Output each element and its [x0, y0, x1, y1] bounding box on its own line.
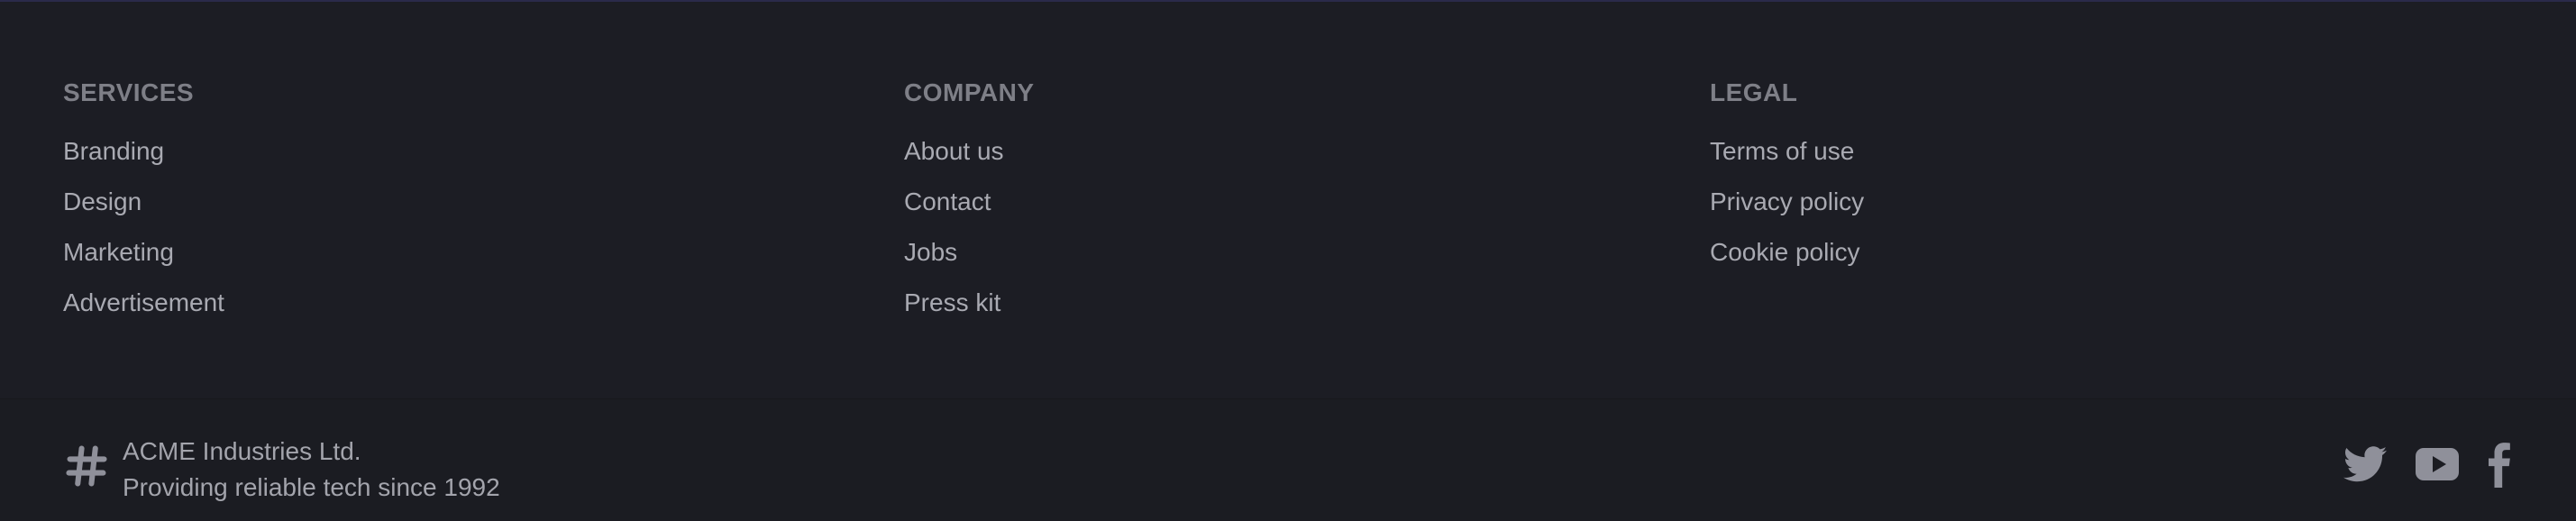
link-press-kit[interactable]: Press kit — [904, 288, 1000, 316]
list-item: About us — [904, 135, 1035, 186]
company-name: ACME Industries Ltd. — [123, 437, 361, 465]
link-advertisement[interactable]: Advertisement — [63, 288, 224, 316]
list-item: Press kit — [904, 287, 1035, 337]
list-item: Contact — [904, 186, 1035, 236]
column-title-company: COMPANY — [904, 78, 1035, 106]
link-jobs[interactable]: Jobs — [904, 238, 957, 266]
services-list: Branding Design Marketing Advertisement — [63, 135, 224, 337]
list-item: Cookie policy — [1710, 236, 1864, 287]
footer-links: SERVICES Branding Design Marketing Adver… — [0, 2, 2576, 398]
twitter-icon[interactable] — [2343, 445, 2387, 483]
list-item: Design — [63, 186, 224, 236]
link-branding[interactable]: Branding — [63, 137, 164, 165]
facebook-icon[interactable] — [2488, 441, 2513, 488]
brand: ACME Industries Ltd. Providing reliable … — [63, 434, 500, 506]
company-tagline: Providing reliable tech since 1992 — [123, 473, 500, 501]
list-item: Terms of use — [1710, 135, 1864, 186]
link-about-us[interactable]: About us — [904, 137, 1004, 165]
legal-list: Terms of use Privacy policy Cookie polic… — [1710, 135, 1864, 287]
link-cookie-policy[interactable]: Cookie policy — [1710, 238, 1860, 266]
list-item: Advertisement — [63, 287, 224, 337]
link-marketing[interactable]: Marketing — [63, 238, 174, 266]
company-list: About us Contact Jobs Press kit — [904, 135, 1035, 337]
list-item: Branding — [63, 135, 224, 186]
list-item: Jobs — [904, 236, 1035, 287]
social-links — [2315, 441, 2513, 488]
hash-icon — [63, 443, 110, 489]
company-column: COMPANY About us Contact Jobs Press kit — [904, 78, 1035, 337]
link-terms-of-use[interactable]: Terms of use — [1710, 137, 1854, 165]
column-title-legal: LEGAL — [1710, 78, 1798, 106]
footer-bottom-bar: ACME Industries Ltd. Providing reliable … — [0, 398, 2576, 521]
column-title-services: SERVICES — [63, 78, 195, 106]
youtube-icon[interactable] — [2416, 447, 2459, 481]
footer: SERVICES Branding Design Marketing Adver… — [0, 0, 2576, 521]
list-item: Marketing — [63, 236, 224, 287]
link-design[interactable]: Design — [63, 187, 142, 215]
link-contact[interactable]: Contact — [904, 187, 991, 215]
services-column: SERVICES Branding Design Marketing Adver… — [63, 78, 224, 337]
brand-text: ACME Industries Ltd. Providing reliable … — [123, 434, 500, 506]
link-privacy-policy[interactable]: Privacy policy — [1710, 187, 1864, 215]
legal-column: LEGAL Terms of use Privacy policy Cookie… — [1710, 78, 1864, 287]
list-item: Privacy policy — [1710, 186, 1864, 236]
